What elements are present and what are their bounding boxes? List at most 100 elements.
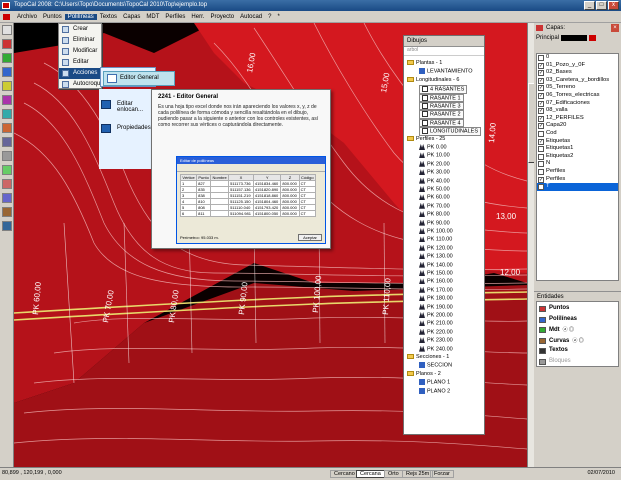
text-tool-icon[interactable] [1,81,12,91]
layer-checkbox[interactable]: ✓ [538,77,544,84]
maximize-button[interactable]: □ [596,1,607,10]
tree-item[interactable]: PK 80.00 [419,211,450,218]
menu-polilineas[interactable]: Polilíneas [64,13,97,20]
plot-tool-icon[interactable] [1,221,12,231]
submenu-propiedades[interactable]: Propiedades [101,124,151,133]
layer-item[interactable]: 0 [537,54,618,62]
entity-row[interactable]: Polilíneas [539,316,580,323]
close-panel-icon[interactable]: × [611,24,619,32]
erase-tool-icon[interactable] [1,179,12,189]
tree-item[interactable]: PK 100.00 [419,228,453,234]
layer-item[interactable]: N [537,160,618,168]
status-cercana[interactable]: Cercana [356,470,385,478]
layer-item[interactable]: ✓ 02_Bases [537,69,618,77]
submenu-editor-general[interactable]: Editor General [103,71,175,86]
status-rejs[interactable]: Rejs 25m [402,470,434,478]
tree-item[interactable]: PK 60.00 [419,194,450,201]
tree-item[interactable]: PK 190.00 [419,303,453,310]
menu-item-modificar[interactable]: Modificar [59,46,101,57]
layer-checkbox[interactable]: ✓ [538,62,544,69]
pan-tool-icon[interactable] [1,109,12,119]
tree-folder[interactable]: Secciones - 1 [407,354,449,360]
layer-checkbox[interactable]: ✓ [538,92,544,99]
entity-row[interactable]: Mdt ⓐ ◎ [539,326,574,333]
status-orto[interactable]: Orto [384,470,403,478]
layer-checkbox[interactable]: ✓ [538,123,544,130]
layer-checkbox[interactable] [538,153,544,160]
tree-item[interactable]: PK 120.00 [419,244,453,251]
layer-item[interactable]: ✓ 05_Terreno [537,84,618,92]
tree-item[interactable]: PK 70.00 [419,202,450,209]
layer-checkbox[interactable]: ✓ [538,108,544,115]
tree-item[interactable]: PK 130.00 [419,253,453,260]
menu-proyecto[interactable]: Proyecto [207,14,237,20]
point-tool-icon[interactable] [1,39,12,49]
section-tool-icon[interactable] [1,207,12,217]
submenu-editar-enlocan[interactable]: Editar enlocan... [101,100,151,113]
layer-item[interactable]: ✓ 08_valla [537,107,618,115]
menu-item-editar[interactable]: Editar [59,57,101,68]
entity-row[interactable]: Bloques [539,358,574,365]
status-cercano[interactable]: Cercano [330,470,359,478]
menu-perfiles[interactable]: Perfiles [162,14,188,20]
layer-checkbox[interactable] [538,130,544,137]
layers-list[interactable]: 0 ✓ 01_Pozo_y_0F ✓ 02_Bases ✓ 03_Caretera_y_bo… [536,53,619,281]
entity-options[interactable]: ⓐ ◎ [572,338,583,344]
current-layer-row[interactable]: Principal [534,33,621,42]
tree-item[interactable]: PK 180.00 [419,295,453,302]
tree-item[interactable]: PK 140.00 [419,261,453,268]
layer-item[interactable]: Etiquetas2 [537,153,618,161]
layer-accent-swatch[interactable] [589,34,597,41]
layer-checkbox[interactable]: ✓ [538,100,544,107]
tree-item[interactable]: PK 150.00 [419,270,453,276]
menu-textos[interactable]: Textos [97,14,120,20]
layer-checkbox[interactable]: ✓ [538,184,544,191]
tree-item[interactable]: PK 210.00 [419,320,453,327]
tree-item[interactable]: RASANTE 1 [419,93,464,103]
menu-item-acciones[interactable]: Acciones [59,68,101,79]
layer-checkbox[interactable]: ✓ [538,176,544,183]
menu-herr[interactable]: Herr. [188,14,207,20]
layer-checkbox[interactable] [538,168,544,175]
menu-item-autocroquis[interactable]: Autocroquis [59,79,105,90]
menu-mdt[interactable]: MDT [143,14,162,20]
layer-tool-icon[interactable] [1,165,12,175]
tree-item[interactable]: PK 40.00 [419,177,450,184]
close-button[interactable]: x [608,1,619,10]
menu-app-icon[interactable] [3,14,10,20]
layer-item[interactable]: ✓ T [537,183,618,191]
menu-item-crear[interactable]: Crear [59,24,101,35]
tree-item[interactable]: PK 50.00 [419,186,450,192]
layer-item[interactable]: Perfiles [537,168,618,176]
tree-folder[interactable]: Planos - 2 [407,371,441,377]
tree-item[interactable]: PK 240.00 [419,345,453,352]
layer-checkbox[interactable]: ✓ [538,115,544,122]
layer-checkbox[interactable] [538,55,544,61]
menu-autocad[interactable]: Autocad [237,14,265,20]
entity-row[interactable]: Puntos [539,305,572,312]
layer-item[interactable]: ✓ Capa20 [537,122,618,130]
tree-item[interactable]: LONGITUDINALES [419,127,481,136]
line-tool-icon[interactable] [1,53,12,63]
tree-item[interactable]: PK 20.00 [419,160,450,167]
layer-checkbox[interactable] [538,161,544,168]
layer-checkbox[interactable]: ✓ [538,85,544,92]
tree-folder[interactable]: Plantas - 1 [407,60,442,66]
mdt-tool-icon[interactable] [1,123,12,133]
entity-options[interactable]: ⓐ ◎ [563,327,574,333]
entity-row[interactable]: Curvas ⓐ ◎ [539,337,584,344]
entity-row[interactable]: Textos [539,347,571,354]
tree-item[interactable]: PK 110.00 [419,236,452,243]
tree-folder[interactable]: Perfiles - 25 [407,136,445,142]
menu-capas[interactable]: Capas [120,14,143,20]
layer-item[interactable]: ✓ 06_Torres_electricas [537,92,618,100]
layer-item[interactable]: ✓ 01_Pozo_y_0F [537,62,618,70]
tree-item[interactable]: PK 10.00 [419,152,450,159]
tree-item[interactable]: PK 170.00 [419,286,453,293]
zoom-tool-icon[interactable] [1,95,12,105]
tree-item[interactable]: SECCION [419,362,452,369]
status-forzar[interactable]: Forzar [430,470,454,478]
layer-checkbox[interactable]: ✓ [538,70,544,77]
layer-item[interactable]: ✓ 03_Caretera_y_bordillos [537,77,618,85]
tree-item[interactable]: PK 200.00 [419,312,453,318]
